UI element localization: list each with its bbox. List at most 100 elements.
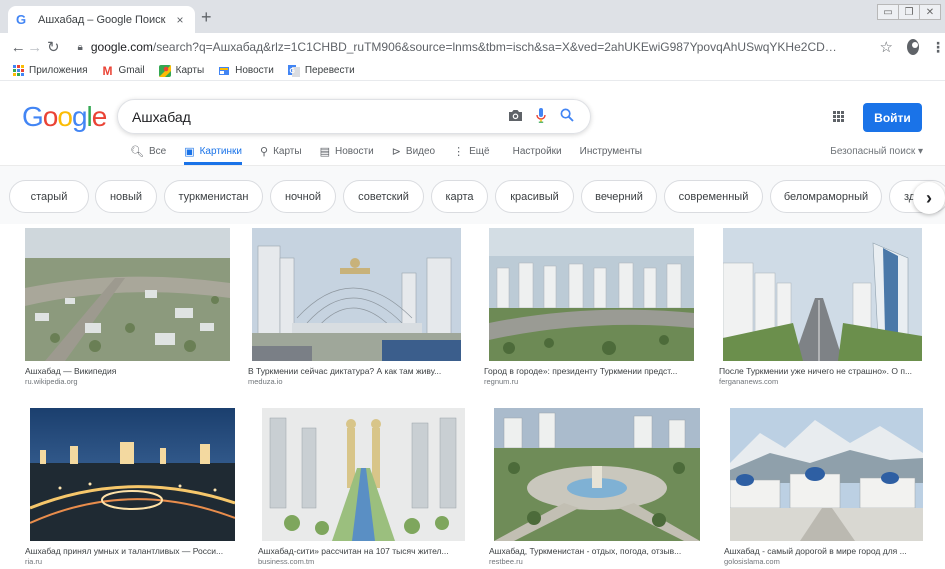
tab-label: Картинки — [199, 145, 242, 157]
image-thumbnail[interactable] — [489, 228, 702, 361]
new-tab-button[interactable]: + — [201, 8, 212, 26]
bookmark-label: Карты — [175, 65, 205, 76]
tab-all[interactable]: 🔍︎ Все — [130, 140, 166, 162]
minimize-icon[interactable]: ▭ — [877, 4, 899, 20]
address-bar[interactable]: 🔒︎ google.com/search?q=Ашхабад&rlz=1C1CH… — [68, 35, 870, 59]
news-icon: ▤ — [319, 145, 330, 158]
search-input[interactable] — [132, 108, 502, 125]
image-thumbnail[interactable] — [730, 408, 932, 541]
image-thumbnail[interactable] — [25, 228, 230, 361]
sign-in-button[interactable]: Войти — [863, 103, 922, 132]
safe-search-toggle[interactable]: Безопасный поиск ▾ — [830, 146, 923, 157]
result-title[interactable]: В Туркмении сейчас диктатура? А как там … — [248, 366, 468, 377]
image-result[interactable]: После Туркмении уже ничего не страшно». … — [719, 228, 931, 387]
chip-related-search[interactable]: туркменистан — [164, 180, 263, 213]
chip-related-search[interactable]: советский — [343, 180, 424, 213]
browser-menu-icon[interactable]: ⋮ — [931, 39, 945, 56]
chevron-right-icon[interactable]: › — [913, 182, 945, 214]
bookmark-apps[interactable]: Приложения — [12, 65, 88, 77]
chip-related-search[interactable]: современный — [664, 180, 763, 213]
tab-label: Новости — [334, 145, 374, 157]
result-title[interactable]: Ашхабад принял умных и талантливых — Рос… — [25, 546, 240, 557]
browser-tab[interactable]: G Ашхабад – Google Поиск × — [8, 6, 195, 33]
chip-related-search[interactable]: красивый — [495, 180, 574, 213]
google-apps-icon[interactable] — [833, 111, 844, 122]
chip-related-search[interactable]: вечерний — [581, 180, 657, 213]
reload-icon[interactable]: ↻ — [45, 38, 62, 56]
result-domain: regnum.ru — [484, 377, 519, 386]
bookmark-news[interactable]: Новости — [218, 65, 274, 77]
result-domain: business.com.tm — [258, 557, 315, 566]
result-title[interactable]: Ашхабад-сити» рассчитан на 107 тысяч жит… — [258, 546, 468, 557]
tab-more[interactable]: ⋮ Ещё — [453, 140, 489, 162]
chip-related-search[interactable]: беломраморный — [770, 180, 882, 213]
close-window-icon[interactable]: ✕ — [919, 4, 941, 20]
search-tabs: 🔍︎ Все ▣ Картинки ⚲ Карты ▤ Новости ⊳ Видео ⋮… — [130, 140, 660, 165]
image-result[interactable]: Ашхабад принял умных и талантливых — Рос… — [25, 408, 240, 567]
logo-letter: o — [42, 101, 59, 132]
result-domain: ru.wikipedia.org — [25, 377, 78, 386]
logo-letter: g — [71, 101, 88, 132]
result-title[interactable]: Ашхабад - самый дорогой в мире город для… — [724, 546, 932, 557]
camera-icon[interactable] — [502, 109, 528, 125]
result-title[interactable]: Город в городе»: президенту Туркмении пр… — [484, 366, 702, 377]
tab-title: Ашхабад – Google Поиск — [38, 13, 166, 26]
chip-related-search[interactable]: ночной — [270, 180, 336, 213]
map-pin-icon: ⚲ — [260, 145, 269, 158]
result-title[interactable]: Ашхабад — Википедия — [25, 366, 230, 377]
logo-letter: G — [22, 101, 44, 132]
url-text[interactable]: google.com/search?q=Ашхабад&rlz=1C1CHBD_… — [91, 40, 843, 54]
result-domain: meduza.io — [248, 377, 283, 386]
logo-letter: e — [91, 101, 108, 132]
bookmark-translate[interactable]: G Перевести — [287, 64, 355, 77]
tab-images[interactable]: ▣ Картинки — [184, 140, 242, 165]
tab-maps[interactable]: ⚲ Карты — [260, 140, 302, 162]
restore-icon[interactable]: ❐ — [898, 4, 920, 20]
image-thumbnail[interactable] — [262, 408, 468, 541]
svg-text:G: G — [289, 68, 295, 75]
translate-icon: G — [287, 64, 300, 77]
chip-related-search[interactable]: карта — [431, 180, 488, 213]
image-result[interactable]: Город в городе»: президенту Туркмении пр… — [484, 228, 702, 387]
gmail-icon: M — [102, 63, 113, 78]
tab-settings[interactable]: Настройки — [513, 140, 562, 162]
tab-tools[interactable]: Инструменты — [580, 140, 642, 162]
bookmark-label: Новости — [235, 65, 274, 76]
image-result[interactable]: Ашхабад-сити» рассчитан на 107 тысяч жит… — [258, 408, 468, 567]
image-thumbnail[interactable] — [723, 228, 931, 361]
back-arrow-icon[interactable]: ← — [10, 39, 27, 56]
profile-avatar-icon[interactable] — [907, 39, 920, 55]
result-title[interactable]: Ашхабад, Туркменистан - отдых, погода, о… — [489, 546, 711, 557]
search-icon[interactable] — [554, 108, 580, 125]
tab-close-icon[interactable]: × — [173, 13, 187, 27]
tab-news[interactable]: ▤ Новости — [320, 140, 374, 162]
result-title[interactable]: После Туркмении уже ничего не страшно». … — [719, 366, 931, 377]
forward-arrow-icon[interactable]: → — [27, 39, 44, 56]
maps-icon — [158, 64, 171, 77]
result-domain: ria.ru — [25, 557, 43, 566]
video-icon: ⊳ — [391, 145, 401, 158]
google-logo[interactable]: Google — [22, 101, 108, 132]
microphone-icon[interactable] — [528, 107, 554, 126]
image-result[interactable]: Ашхабад — Википедия ru.wikipedia.org — [25, 228, 230, 387]
image-thumbnail[interactable] — [252, 228, 468, 361]
result-domain: fergananews.com — [719, 377, 779, 386]
tab-video[interactable]: ⊳ Видео — [392, 140, 435, 162]
image-thumbnail[interactable] — [494, 408, 711, 541]
chip-related-search[interactable]: новый — [95, 180, 157, 213]
logo-letter: o — [57, 101, 73, 132]
image-result[interactable]: В Туркмении сейчас диктатура? А как там … — [248, 228, 468, 387]
bookmark-label: Перевести — [304, 65, 355, 76]
search-icon: 🔍︎ — [130, 145, 144, 158]
tab-label: Ещё — [469, 145, 490, 157]
bookmark-maps[interactable]: Карты — [158, 64, 205, 77]
image-result[interactable]: Ашхабад, Туркменистан - отдых, погода, о… — [489, 408, 711, 567]
chip-related-search[interactable]: старый — [9, 180, 89, 213]
browser-toolbar: ← → ↻ 🔒︎ google.com/search?q=Ашхабад&rlz… — [0, 33, 945, 61]
image-icon: ▣ — [184, 145, 195, 158]
image-thumbnail[interactable] — [30, 408, 240, 541]
bookmark-star-icon[interactable]: ☆ — [880, 38, 893, 56]
image-result[interactable]: Ашхабад - самый дорогой в мире город для… — [724, 408, 932, 567]
more-vert-icon: ⋮ — [453, 145, 465, 158]
bookmark-gmail[interactable]: M Gmail — [102, 63, 145, 78]
